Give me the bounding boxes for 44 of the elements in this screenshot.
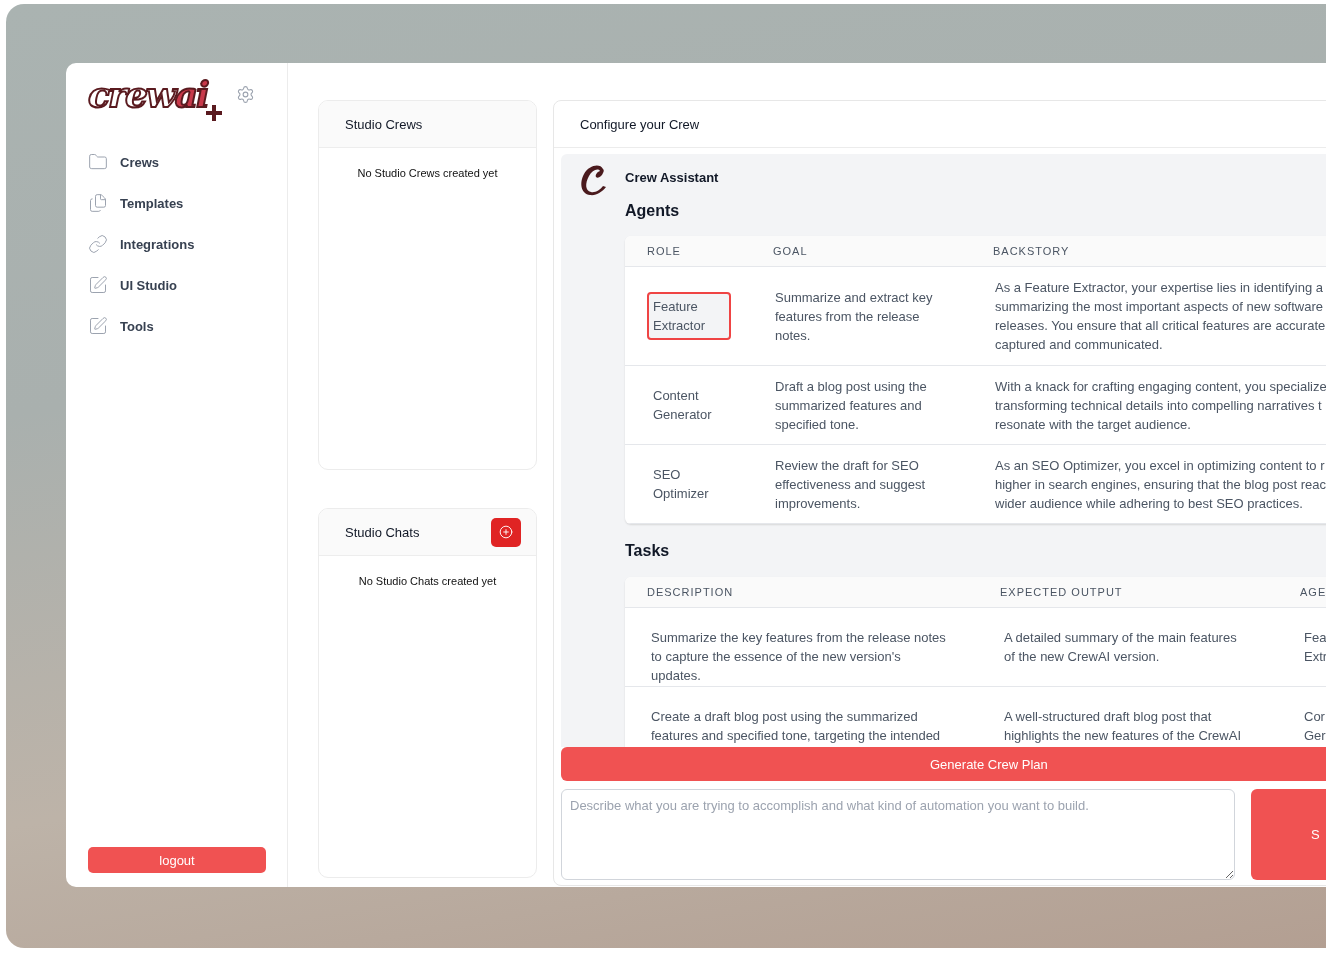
table-cell-text: Create a draft blog post using the summarized features and specified tone, targeting the intended <box>650 708 942 745</box>
table-cell-text: With a knack for crafting engaging content, you specialize transforming technical details into compelling narratives t resonate with the target audience. <box>994 377 1326 434</box>
empty-message: No Studio Crews created yet <box>356 166 499 179</box>
card-title: Studio Chats <box>345 524 420 540</box>
table-cell-text: SEO Optimizer <box>652 466 710 503</box>
nav-item[interactable]: Crews <box>88 151 287 173</box>
table-cell-text: A detailed summary of the main features of the new CrewAI version. <box>1003 629 1238 666</box>
folder-icon <box>88 152 108 172</box>
add-icon <box>499 525 513 539</box>
role-field[interactable]: Feature Extractor <box>647 292 731 340</box>
panel-title: Configure your Crew <box>580 116 700 132</box>
table-cell-text: Summarize the key features from the release notes to capture the essence of the new version's updates. <box>650 629 947 685</box>
column-header: GOAL <box>751 236 971 266</box>
card-title: Studio Crews <box>345 116 423 132</box>
nav-item[interactable]: UI Studio <box>88 274 287 296</box>
section-heading: Agents <box>625 202 681 220</box>
add-chat-button[interactable] <box>491 517 521 547</box>
table-cell-text: As a Feature Extractor, your expertise lies in identifying a summarizing the most important aspects of new software releases. You ensure that all critical features are accurate captured and communicated. <box>994 279 1326 354</box>
nav-item[interactable]: Templates <box>88 192 287 214</box>
column-header: BACKSTORY <box>971 236 1326 266</box>
column-header: EXPECTED OUTPUT <box>978 577 1278 607</box>
nav-item[interactable]: Tools <box>88 315 287 337</box>
table-cell-text: As an SEO Optimizer, you excel in optimizing content to r higher in search engines, ensuring that the blog post reac wider audience while adhering to best SEO practices. <box>994 456 1326 513</box>
column-header: DESCRIPTION <box>625 577 978 607</box>
assistant-name: Crew Assistant <box>625 170 720 185</box>
logo: crewai <box>88 73 222 115</box>
table-cell-text: Fea Extr <box>1303 629 1326 666</box>
link-icon <box>88 234 108 254</box>
column-header: ROLE <box>625 236 751 266</box>
settings-icon[interactable] <box>235 84 255 104</box>
files-icon <box>88 193 108 213</box>
section-heading: Tasks <box>625 542 671 560</box>
empty-message: No Studio Chats created yet <box>357 574 498 587</box>
table-cell-text: Cor Ger <box>1303 708 1326 745</box>
table-cell-text: Summarize and extract key features from the release notes. <box>774 288 934 345</box>
table-cell-text: Draft a blog post using the summarized features and specified tone. <box>774 377 928 434</box>
table-cell-text: Review the draft for SEO effectiveness and suggest improvements. <box>774 456 927 513</box>
prompt-field[interactable]: Describe what you are trying to accomplish and what kind of automation you want to build. <box>561 789 1235 880</box>
edit-icon <box>88 316 108 336</box>
table-cell-text: A well-structured draft blog post that highlights the new features of the CrewAI <box>1003 708 1243 745</box>
column-header: AGE <box>1278 577 1326 607</box>
edit-icon <box>88 275 108 295</box>
table-cell-text: Content Generator <box>652 387 713 424</box>
nav-item[interactable]: Integrations <box>88 233 287 255</box>
